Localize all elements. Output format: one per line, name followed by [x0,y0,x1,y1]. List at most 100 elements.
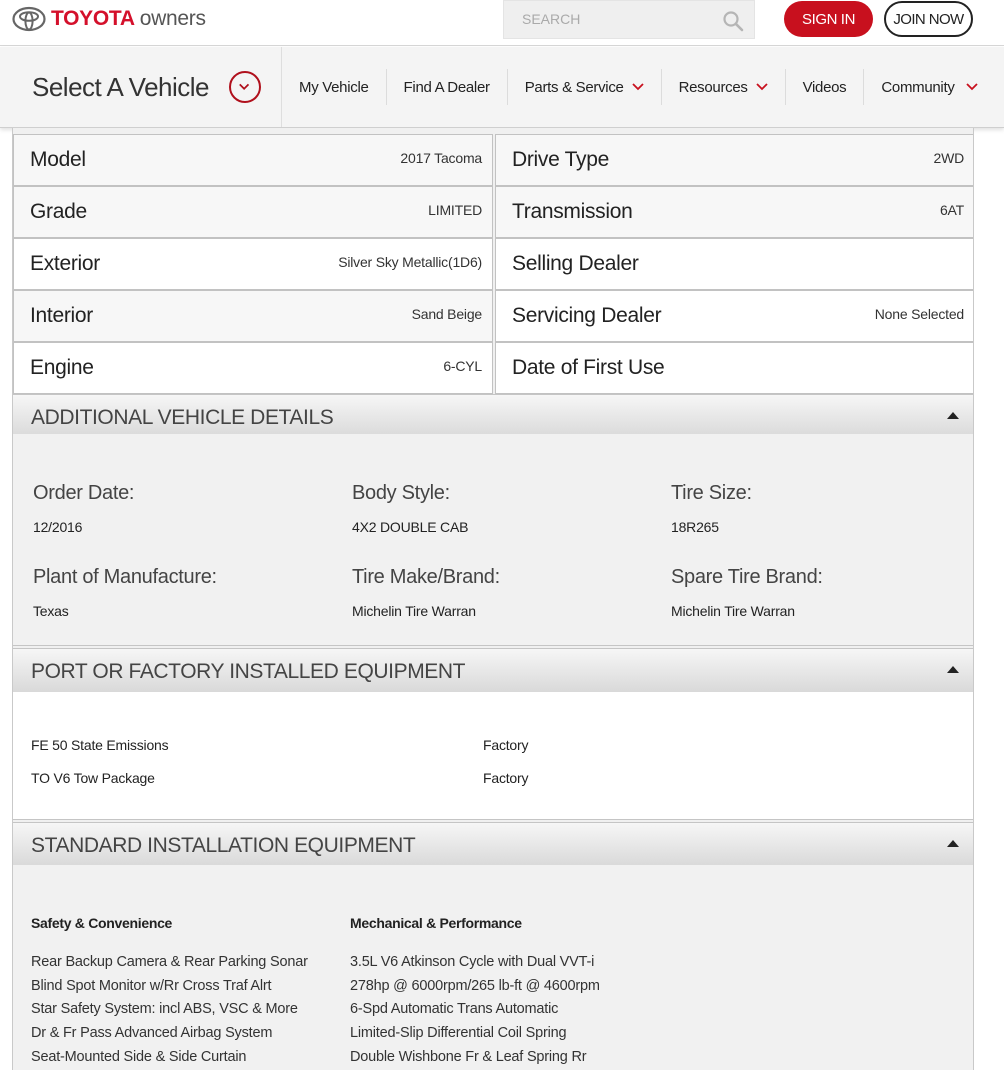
detail-value: 18R265 [671,519,719,535]
spec-value: Sand Beige [411,306,483,322]
equipment-item: 6-Spd Automatic Trans Automatic [350,1001,559,1018]
collapse-up-icon[interactable] [947,412,959,419]
toyota-emblem-icon [12,6,46,32]
detail-spare-tire-brand: Spare Tire Brand: Michelin Tire Warran [671,566,823,619]
search-icon[interactable] [722,10,744,32]
equipment-column-mechanical: Mechanical & Performance 3.5L V6 Atkinso… [350,915,600,1070]
equipment-column-heading: Mechanical & Performance [350,915,522,931]
sign-in-button[interactable]: SIGN IN [784,1,873,37]
spec-row-servicing-dealer: Servicing Dealer None Selected [495,290,973,342]
detail-value: Texas [33,603,69,619]
spec-label: Interior [30,304,93,327]
spec-value: LIMITED [428,202,482,218]
detail-body-style: Body Style: 4X2 DOUBLE CAB [352,482,468,535]
detail-order-date: Order Date: 12/2016 [33,482,134,535]
equipment-source: Factory [483,770,529,786]
spec-label: Exterior [30,252,100,275]
spec-label: Engine [30,356,94,379]
nav-item-label: Find A Dealer [403,78,490,96]
detail-value: Michelin Tire Warran [671,603,795,619]
select-vehicle-label: Select A Vehicle [32,72,210,102]
detail-label: Order Date: [33,482,135,504]
detail-label: Tire Size: [671,482,752,504]
spec-label: Transmission [512,200,633,223]
detail-label: Body Style: [352,482,450,504]
equipment-item: Dr & Fr Pass Advanced Airbag System [31,1025,273,1042]
detail-label: Spare Tire Brand: [671,566,823,588]
section-title: PORT OR FACTORY INSTALLED EQUIPMENT [31,660,466,683]
chevron-down-icon [965,83,978,91]
join-now-button[interactable]: JOIN NOW [884,1,973,37]
equipment-item: 278hp @ 6000rpm/265 lb-ft @ 4600rpm [350,977,600,994]
nav-item-resources[interactable]: Resources [662,69,786,105]
spec-value[interactable]: None Selected [875,306,964,322]
select-vehicle-dropdown[interactable]: Select A Vehicle [0,47,282,127]
spec-label: Grade [30,200,87,223]
main-nav: Select A Vehicle My Vehicle Find A Deale… [0,47,1004,128]
equipment-item: Limited-Slip Differential Coil Spring [350,1025,567,1042]
installed-equipment-body: FE 50 State Emissions Factory TO V6 Tow … [13,692,973,820]
spec-value: 2017 Tacoma [400,150,482,166]
spec-value: Silver Sky Metallic(1D6) [338,254,482,270]
equipment-name: FE 50 State Emissions [31,737,169,753]
collapse-up-icon[interactable] [947,666,959,673]
chevron-down-icon[interactable] [229,71,261,103]
equipment-name: TO V6 Tow Package [31,770,155,786]
detail-label: Plant of Manufacture: [33,566,217,588]
spec-label: Date of First Use [512,356,665,379]
equipment-item: 3.5L V6 Atkinson Cycle with Dual VVT-i [350,954,595,970]
section-title: ADDITIONAL VEHICLE DETAILS [31,406,334,429]
standard-equipment-header[interactable]: STANDARD INSTALLATION EQUIPMENT [13,822,973,866]
spec-row-grade: Grade LIMITED [13,186,493,238]
spec-value: 6AT [939,202,964,218]
collapse-up-icon[interactable] [947,840,959,847]
toyota-owners-logo[interactable]: TOYOTA owners [12,6,206,32]
equipment-source: Factory [483,737,529,753]
search-box [503,0,755,39]
nav-item-label: Videos [802,78,847,96]
nav-item-parts-service[interactable]: Parts & Service [508,69,662,105]
spec-row-selling-dealer: Selling Dealer [495,238,973,290]
section-title: STANDARD INSTALLATION EQUIPMENT [31,834,416,857]
spec-label: Selling Dealer [512,252,639,275]
nav-item-label: Community [881,78,955,96]
detail-plant-of-manufacture: Plant of Manufacture: Texas [33,566,217,619]
spec-row-interior: Interior Sand Beige [13,290,493,342]
equipment-item: Seat-Mounted Side & Side Curtain [31,1048,247,1065]
logo-sub-text: owners [139,7,206,30]
additional-details-body: Order Date: 12/2016 Body Style: 4X2 DOUB… [13,434,973,646]
spec-row-engine: Engine 6-CYL [13,342,493,394]
nav-item-find-a-dealer[interactable]: Find A Dealer [387,69,508,105]
nav-item-label: Parts & Service [524,78,624,96]
detail-label: Tire Make/Brand: [352,566,500,588]
nav-item-community[interactable]: Community [864,69,978,105]
installed-equipment-header[interactable]: PORT OR FACTORY INSTALLED EQUIPMENT [13,648,973,692]
equipment-item: Rear Backup Camera & Rear Parking Sonar [31,954,308,970]
logo-brand-text: TOYOTA [51,7,135,30]
top-header: TOYOTA owners SIGN IN JOIN NOW [0,0,1004,46]
nav-item-label: My Vehicle [299,78,369,96]
search-input[interactable] [522,11,712,27]
chevron-down-icon [631,83,644,91]
detail-tire-size: Tire Size: 18R265 [671,482,752,535]
detail-value: 12/2016 [33,519,83,535]
equipment-item: Blind Spot Monitor w/Rr Cross Traf Alrt [31,977,272,994]
detail-value: 4X2 DOUBLE CAB [352,519,469,535]
spec-row-model: Model 2017 Tacoma [13,134,493,186]
additional-details-header[interactable]: ADDITIONAL VEHICLE DETAILS [13,394,973,438]
equipment-column-safety: Safety & Convenience Rear Backup Camera … [31,915,308,1070]
spec-row-transmission: Transmission 6AT [495,186,973,238]
spec-row-date-of-first-use: Date of First Use [495,342,973,394]
spec-label: Model [30,148,86,171]
standard-equipment-body: Safety & Convenience Rear Backup Camera … [13,865,973,1070]
nav-item-label: Resources [678,78,748,96]
spec-label: Servicing Dealer [512,304,662,327]
nav-item-my-vehicle[interactable]: My Vehicle [282,69,387,105]
detail-value: Michelin Tire Warran [352,603,476,619]
spec-row-drive-type: Drive Type 2WD [495,134,973,186]
equipment-item: Star Safety System: incl ABS, VSC & More [31,1001,298,1018]
spec-row-exterior: Exterior Silver Sky Metallic(1D6) [13,238,493,290]
nav-item-videos[interactable]: Videos [786,69,865,105]
vehicle-details-panel: Model 2017 Tacoma Grade LIMITED Exterior… [12,128,974,1070]
chevron-down-icon [755,83,768,91]
